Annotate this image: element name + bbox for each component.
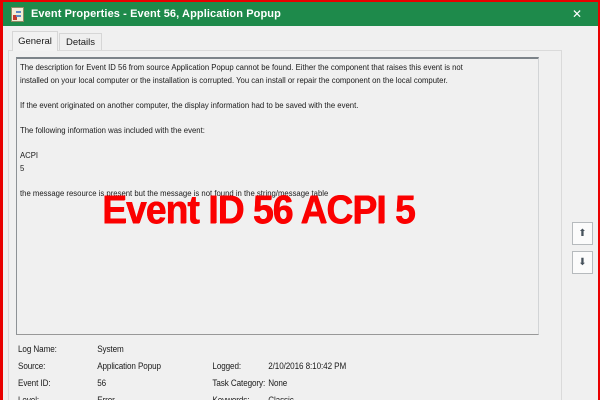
- field-value: None: [268, 378, 288, 388]
- event-description-text: The description for Event ID 56 from sou…: [20, 61, 538, 200]
- description-line: installed on your local computer or the …: [20, 74, 448, 85]
- field-value: Classic: [268, 395, 294, 400]
- description-line: [20, 174, 538, 187]
- event-fields: Log Name: System Source: Application Pop…: [18, 344, 558, 400]
- field-row-event-id: Event ID: 56 Task Category: None: [18, 378, 558, 395]
- field-value: 56: [97, 378, 107, 388]
- close-icon[interactable]: ✕: [562, 2, 592, 26]
- field-value: System: [97, 344, 124, 354]
- field-row-source: Source: Application Popup Logged: 2/10/2…: [18, 361, 558, 378]
- description-line-acpi-value: 5: [20, 162, 25, 173]
- arrow-up-icon: ⬆: [578, 228, 587, 239]
- window-title: Event Properties - Event 56, Application…: [31, 8, 281, 20]
- field-label: Logged:: [212, 361, 242, 371]
- field-row-log-name: Log Name: System: [18, 344, 558, 361]
- field-label: Keywords:: [212, 395, 250, 400]
- title-bar[interactable]: Event Properties - Event 56, Application…: [3, 2, 598, 26]
- arrow-down-icon: ⬇: [578, 257, 587, 268]
- field-row-level: Level: Error Keywords: Classic: [18, 395, 558, 400]
- description-line: [20, 86, 538, 99]
- event-properties-window: Event Properties - Event 56, Application…: [0, 0, 600, 400]
- field-label: Source:: [18, 361, 46, 371]
- field-value: 2/10/2016 8:10:42 PM: [268, 361, 347, 371]
- event-log-icon: [11, 6, 24, 22]
- previous-event-button[interactable]: ⬆: [572, 222, 593, 245]
- field-label: Event ID:: [18, 378, 51, 388]
- tab-details[interactable]: Details: [59, 33, 102, 50]
- red-annotation-text: Event ID 56 ACPI 5: [102, 188, 416, 232]
- tab-general[interactable]: General: [12, 31, 58, 51]
- field-value: Application Popup: [97, 361, 161, 371]
- next-event-button[interactable]: ⬇: [572, 251, 593, 274]
- description-line: If the event originated on another compu…: [20, 99, 359, 110]
- description-line-acpi: ACPI: [20, 150, 39, 161]
- field-label: Level:: [18, 395, 40, 400]
- field-value: Error: [97, 395, 115, 400]
- description-line: [20, 111, 538, 124]
- description-line: The following information was included w…: [20, 124, 205, 135]
- field-label: Log Name:: [18, 344, 57, 354]
- field-label: Task Category:: [212, 378, 266, 388]
- description-line: [20, 137, 538, 150]
- description-line: The description for Event ID 56 from sou…: [20, 62, 463, 72]
